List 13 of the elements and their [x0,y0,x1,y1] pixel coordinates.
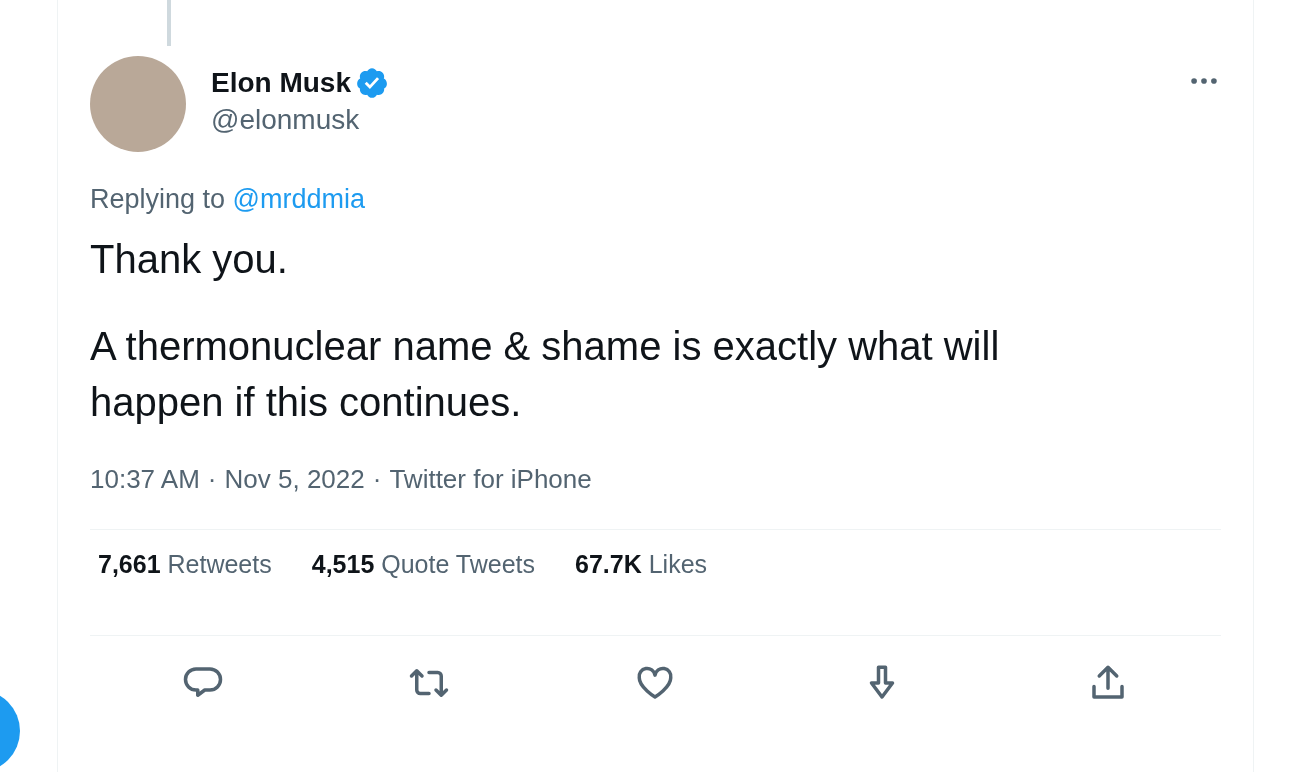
replying-to-label: Replying to [90,184,226,214]
timestamp-text: Nov 5, 2022 [224,464,365,495]
stat-link[interactable]: 4,515 Quote Tweets [311,550,536,601]
source-link[interactable]: Twitter for iPhone [389,464,592,495]
separator-dot: · [372,464,382,495]
stat-link[interactable]: 7,661 Retweets [98,550,272,601]
author-handle[interactable]: @elonmusk [211,104,389,136]
stat-link[interactable]: 67.7K Likes [575,550,708,601]
author-name[interactable]: Elon Musk [211,67,351,99]
tweet-text: Thank you. [90,236,289,283]
timestamp-text: 10:37 AM [90,464,200,495]
tweet-text: A thermonuclear name & shame is exactly what will happen if this continues. [90,323,1001,426]
separator-dot: · [207,464,217,495]
